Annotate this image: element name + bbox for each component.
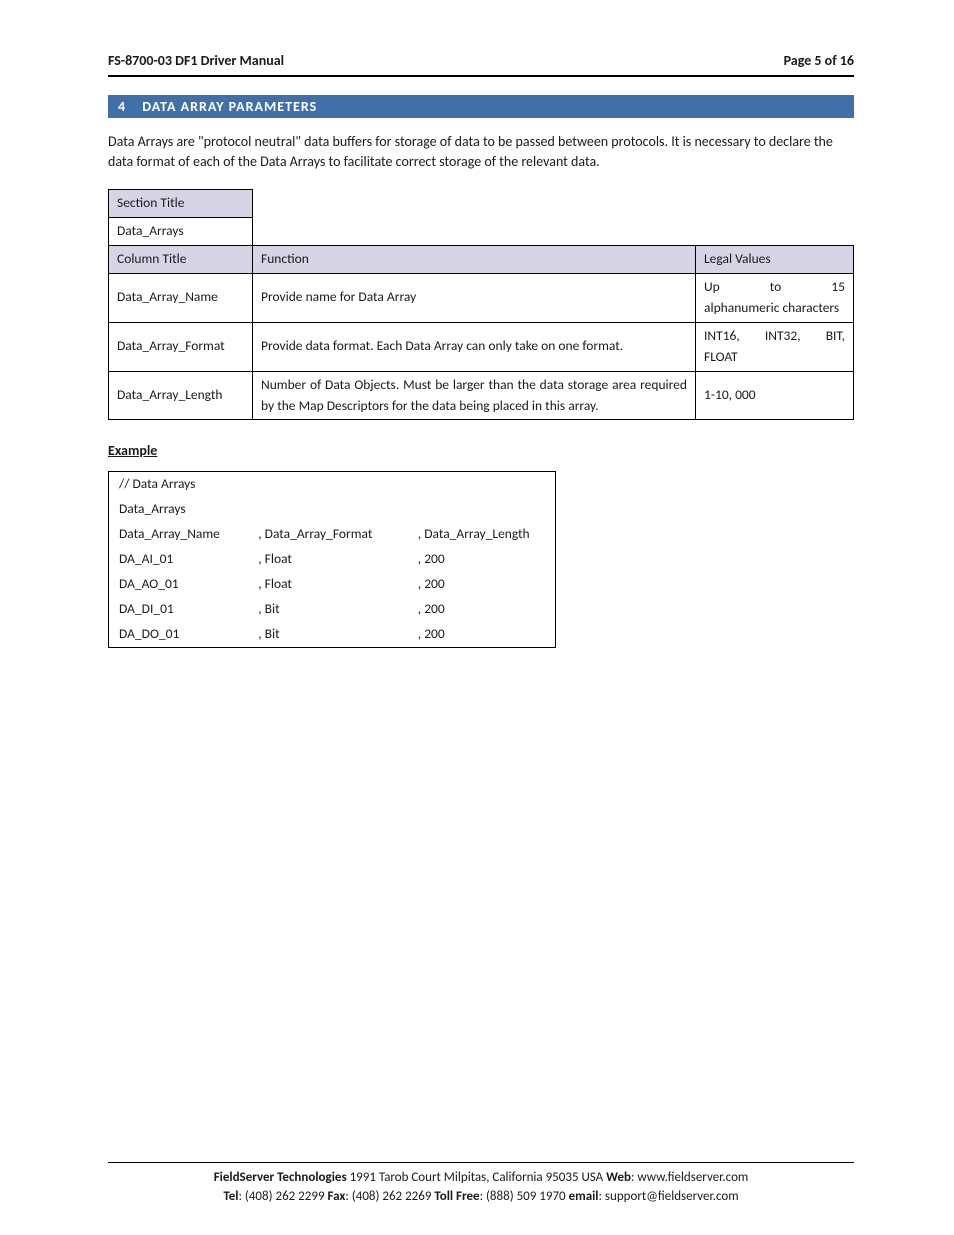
page-footer: FieldServer Technologies 1991 Tarob Cour… <box>108 1162 854 1207</box>
example-cell: , Float <box>248 572 408 597</box>
footer-fax-value: : (408) 262 2269 <box>345 1189 434 1204</box>
table-row: // Data Arrays <box>109 472 556 497</box>
param-legal-cell: 1-10, 000 <box>696 371 854 420</box>
footer-tel-value: : (408) 262 2299 <box>238 1189 327 1204</box>
param-name-cell: Data_Array_Format <box>109 322 253 371</box>
example-cell: DA_AO_01 <box>109 572 249 597</box>
example-cell: , Bit <box>248 622 408 647</box>
empty-cell <box>253 190 854 218</box>
example-cell: , Float <box>248 547 408 572</box>
param-legal-cell: Up to 15 alphanumeric characters <box>696 273 854 322</box>
table-row: Data_Arrays <box>109 218 854 246</box>
section-title-label-cell: Section Title <box>109 190 253 218</box>
footer-company: FieldServer Technologies <box>214 1170 347 1185</box>
table-row: Column Title Function Legal Values <box>109 246 854 274</box>
example-cell: DA_DI_01 <box>109 597 249 622</box>
function-header-cell: Function <box>253 246 696 274</box>
param-function-cell: Provide name for Data Array <box>253 273 696 322</box>
section-title-value-cell: Data_Arrays <box>109 218 253 246</box>
page-container: FS-8700-03 DF1 Driver Manual Page 5 of 1… <box>0 0 954 1235</box>
table-row: Data_Array_Format Provide data format. E… <box>109 322 854 371</box>
example-header-cell: Data_Array_Name <box>109 522 249 547</box>
param-name-cell: Data_Array_Name <box>109 273 253 322</box>
param-function-cell: Provide data format. Each Data Array can… <box>253 322 696 371</box>
header-page-number: Page 5 of 16 <box>784 52 854 69</box>
example-section-cell: Data_Arrays <box>109 497 556 522</box>
example-header-cell: , Data_Array_Length <box>408 522 556 547</box>
example-cell: DA_DO_01 <box>109 622 249 647</box>
section-title: DATA ARRAY PARAMETERS <box>142 98 317 115</box>
footer-web-value: : www.fieldserver.com <box>631 1170 748 1185</box>
table-row: DA_DO_01 , Bit , 200 <box>109 622 556 647</box>
example-cell: , Bit <box>248 597 408 622</box>
footer-email-value: : support@fieldserver.com <box>599 1189 739 1204</box>
empty-cell <box>253 218 854 246</box>
intro-paragraph: Data Arrays are "protocol neutral" data … <box>108 132 854 171</box>
footer-line-1: FieldServer Technologies 1991 Tarob Cour… <box>108 1169 854 1188</box>
section-number: 4 <box>118 98 138 115</box>
table-row: DA_DI_01 , Bit , 200 <box>109 597 556 622</box>
footer-fax-label: Fax <box>327 1189 345 1204</box>
footer-tollfree-value: : (888) 509 1970 <box>480 1189 569 1204</box>
example-table: // Data Arrays Data_Arrays Data_Array_Na… <box>108 471 556 647</box>
table-row: Data_Array_Length Number of Data Objects… <box>109 371 854 420</box>
table-row: Data_Arrays <box>109 497 556 522</box>
param-name-cell: Data_Array_Length <box>109 371 253 420</box>
example-cell: , 200 <box>408 597 556 622</box>
param-legal-cell: INT16, INT32, BIT, FLOAT <box>696 322 854 371</box>
footer-tollfree-label: Toll Free <box>434 1189 479 1204</box>
example-comment-cell: // Data Arrays <box>109 472 556 497</box>
table-row: Section Title <box>109 190 854 218</box>
table-row: DA_AO_01 , Float , 200 <box>109 572 556 597</box>
header-title: FS-8700-03 DF1 Driver Manual <box>108 52 284 69</box>
section-heading: 4 DATA ARRAY PARAMETERS <box>108 95 854 118</box>
table-row: Data_Array_Name Provide name for Data Ar… <box>109 273 854 322</box>
footer-address: 1991 Tarob Court Milpitas, California 95… <box>347 1170 607 1185</box>
example-header-cell: , Data_Array_Format <box>248 522 408 547</box>
parameters-table: Section Title Data_Arrays Column Title F… <box>108 189 854 420</box>
example-cell: , 200 <box>408 547 556 572</box>
example-cell: DA_AI_01 <box>109 547 249 572</box>
legal-values-header-cell: Legal Values <box>696 246 854 274</box>
footer-email-label: email <box>569 1189 599 1204</box>
example-heading: Example <box>108 442 854 459</box>
page-header: FS-8700-03 DF1 Driver Manual Page 5 of 1… <box>108 52 854 77</box>
example-cell: , 200 <box>408 622 556 647</box>
example-cell: , 200 <box>408 572 556 597</box>
param-function-cell: Number of Data Objects. Must be larger t… <box>253 371 696 420</box>
table-row: Data_Array_Name , Data_Array_Format , Da… <box>109 522 556 547</box>
footer-web-label: Web <box>606 1170 631 1185</box>
footer-tel-label: Tel <box>223 1189 238 1204</box>
table-row: DA_AI_01 , Float , 200 <box>109 547 556 572</box>
footer-line-2: Tel: (408) 262 2299 Fax: (408) 262 2269 … <box>108 1188 854 1207</box>
column-title-label-cell: Column Title <box>109 246 253 274</box>
